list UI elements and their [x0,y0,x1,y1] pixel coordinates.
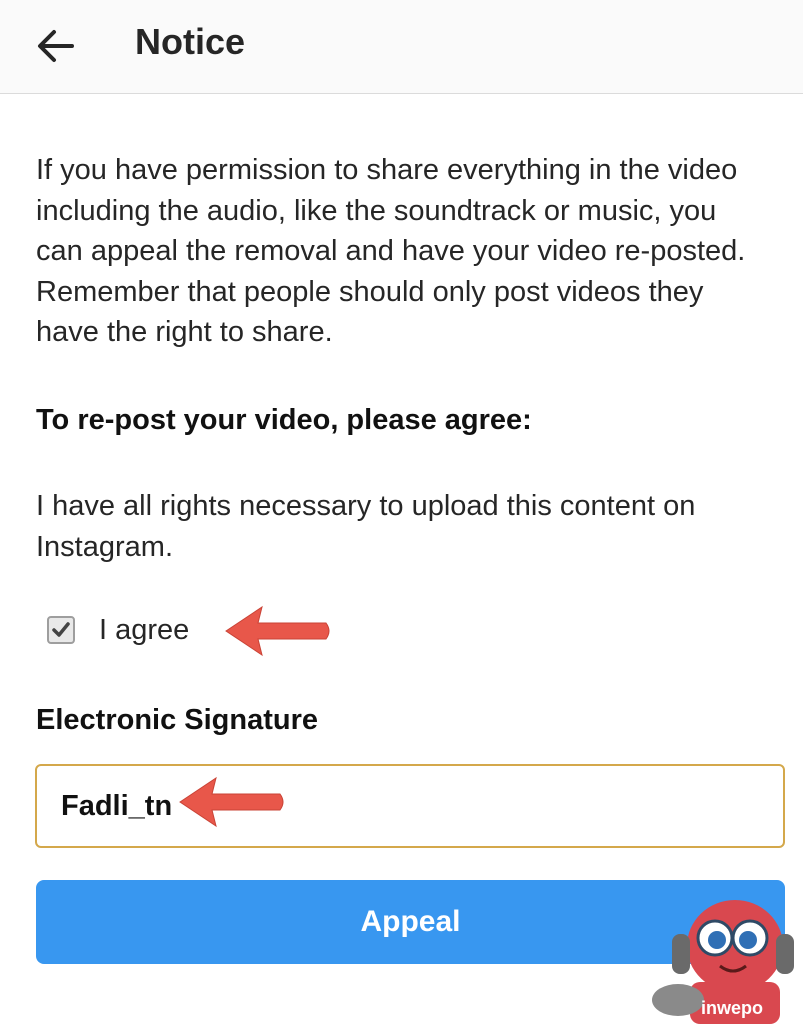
page-title: Notice [135,21,246,62]
watermark-mascot: inwepo [652,900,794,1024]
checkmark-icon [52,622,70,637]
repost-heading: To re-post your video, please agree: [36,404,532,436]
agree-checkbox[interactable] [47,616,75,644]
agree-checkbox-row[interactable]: I agree [47,608,189,652]
top-bar: Notice [0,0,803,94]
annotation-arrow-agree [225,605,330,657]
agree-label: I agree [99,613,190,646]
notice-body-text: If you have permission to share everythi… [36,154,746,348]
back-button[interactable] [28,18,84,74]
watermark-text: inwepo [701,998,763,1018]
arrow-left-icon [38,30,74,62]
signature-input[interactable] [35,764,785,848]
signature-heading: Electronic Signature [36,704,319,736]
annotation-arrow-signature [179,776,284,828]
rights-statement: I have all rights necessary to upload th… [36,490,696,563]
